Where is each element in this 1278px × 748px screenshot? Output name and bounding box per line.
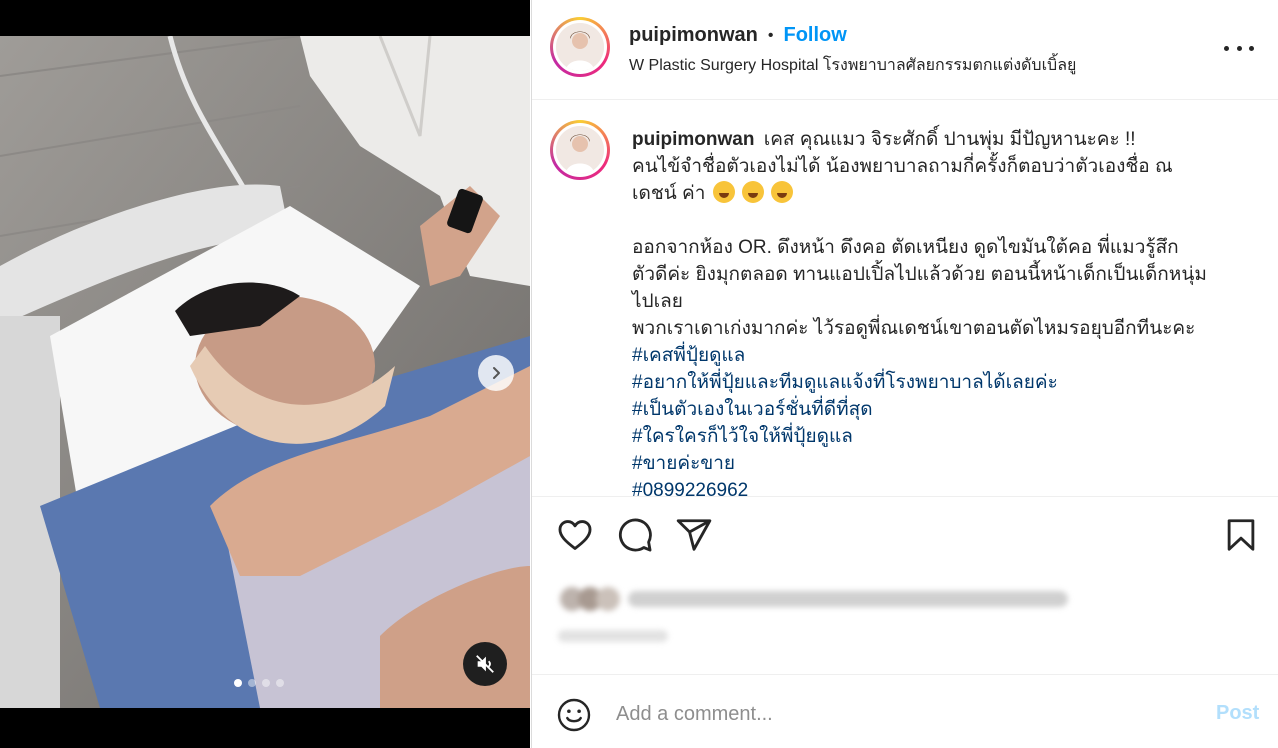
hashtag-link[interactable]: #เป็นตัวเองในเวอร์ชั่นที่ดีที่สุด — [632, 396, 1252, 423]
caption-line: ออกจากห้อง OR. ดึงหน้า ดึงคอ ตัดเหนียง ด… — [632, 237, 1179, 258]
carousel-indicator — [234, 679, 284, 687]
like-button[interactable] — [556, 516, 596, 556]
comments-scroll-area[interactable]: puipimonwan เคส คุณแมว จิระศักดิ์ ปานพุ่… — [532, 101, 1278, 497]
caption-line: พวกเราเดาเก่งมากค่ะ ไว้รอดูพี่ณเดชน์เขาต… — [632, 318, 1196, 339]
post-header: puipimonwan • Follow W Plastic Surgery H… — [532, 0, 1278, 100]
caption-line: ไปเลย — [632, 291, 683, 312]
heart-icon — [558, 520, 592, 550]
caption-author-avatar[interactable] — [550, 120, 610, 180]
post-media — [0, 0, 530, 748]
post-location[interactable]: W Plastic Surgery Hospital โรงพยาบาลศัลย… — [629, 53, 1076, 78]
post-comment-button[interactable]: Post — [1216, 702, 1259, 725]
author-avatar[interactable] — [550, 17, 610, 77]
hashtag-link[interactable]: #เคสพี่ปุ้ยดูแล — [632, 342, 1252, 369]
add-comment-bar: Post — [532, 674, 1278, 748]
comment-bubble-icon — [618, 518, 652, 552]
caption-line: เดชน์ ค่า — [632, 183, 706, 204]
avatar-photo — [556, 23, 604, 71]
carousel-dot — [276, 679, 284, 687]
chevron-right-icon — [493, 367, 500, 379]
next-slide-button[interactable] — [478, 355, 514, 391]
laughing-emoji-icon — [771, 181, 794, 203]
post-details-panel: puipimonwan • Follow W Plastic Surgery H… — [531, 0, 1278, 748]
carousel-dot — [262, 679, 270, 687]
likes-summary-blurred — [558, 585, 1078, 613]
caption-line: ตัวดีค่ะ ยิงมุกตลอด ทานแอปเปิ้ลไปแล้วด้ว… — [632, 264, 1207, 285]
hashtag-link[interactable]: #อยากให้พี่ปุ้ยและทีมดูแลแจ้งที่โรงพยาบา… — [632, 369, 1252, 396]
emoji-picker-button[interactable] — [556, 697, 592, 733]
bookmark-icon — [1227, 519, 1255, 551]
post-date-blurred — [558, 628, 668, 644]
hashtag-link[interactable]: #ขายค่ะขาย — [632, 450, 1252, 477]
paper-plane-icon — [676, 519, 712, 551]
smiley-icon — [557, 698, 591, 732]
carousel-dot — [248, 679, 256, 687]
post-video[interactable] — [0, 36, 530, 708]
yum-emoji-icon — [712, 181, 735, 203]
author-username[interactable]: puipimonwan — [629, 24, 758, 47]
avatar-photo — [556, 126, 604, 174]
comment-button[interactable] — [616, 516, 656, 556]
laughing-emoji-icon — [741, 181, 764, 203]
hashtag-link[interactable]: #ใครใครก็ไว้ใจให้พี่ปุ้ยดูแล — [632, 423, 1252, 450]
save-button[interactable] — [1222, 516, 1262, 556]
caption-username[interactable]: puipimonwan — [632, 129, 754, 150]
mute-toggle-button[interactable] — [463, 642, 507, 686]
separator-dot: • — [767, 26, 774, 44]
post-caption: puipimonwan เคส คุณแมว จิระศักดิ์ ปานพุ่… — [632, 126, 1252, 496]
more-options-icon[interactable] — [1224, 36, 1254, 60]
carousel-dot-active — [234, 679, 242, 687]
comment-input[interactable] — [616, 699, 1176, 729]
post-actions-bar — [532, 516, 1278, 560]
follow-button[interactable]: Follow — [784, 24, 847, 47]
video-frame-illustration — [0, 36, 530, 708]
caption-line: คนไข้จำชื่อตัวเองไม่ได้ น้องพยาบาลถามกี่… — [632, 156, 1173, 177]
caption-line: เคส คุณแมว จิระศักดิ์ ปานพุ่ม มีปัญหานะค… — [763, 129, 1136, 150]
hashtag-link[interactable]: #0899226962 — [632, 477, 1252, 496]
share-button[interactable] — [675, 516, 715, 556]
muted-speaker-icon — [476, 655, 494, 673]
